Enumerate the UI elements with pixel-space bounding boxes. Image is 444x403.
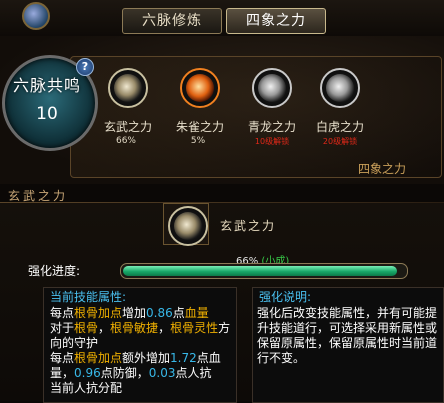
tiger-icon-glyph [326,74,354,102]
phoenix-icon[interactable] [180,68,220,108]
resonance-title: 六脉共鸣 [12,76,81,95]
tiger-icon[interactable] [320,68,360,108]
explain-box: 强化说明: 强化后改变技能属性，并有可能提升技能道行，可选择采用新属性或保留原属… [252,287,444,403]
text-segment: 1.72 [170,351,197,365]
text-segment: 点 [172,306,185,320]
text-segment: 根骨加点 [74,306,123,320]
text-segment: 点防御， [100,366,149,380]
current-attr-heading: 当前技能属性: [50,290,127,304]
progress-bar-fill [123,266,398,276]
power-label: 玄武之力 [103,120,152,134]
text-segment: 根骨灵性 [170,321,219,335]
power-unlock-level: 10级解锁 [254,137,290,146]
top-bar [0,0,444,37]
text-segment: 血量 [184,306,209,320]
resonance-level: 10 [36,104,58,124]
progress-bar [120,263,408,279]
text-segment: 点人抗 [175,366,212,380]
text-segment: 根骨敏捷 [110,321,159,335]
text-segment: 根骨加点 [74,351,123,365]
tab-four-symbols[interactable]: 四象之力 [226,8,326,34]
text-segment: 根骨 [74,321,99,335]
text-segment: 0.96 [74,366,101,380]
explain-text: 强化后改变技能属性，并有可能提升技能道行，可选择采用新属性或保留原属性，保留原属… [257,306,438,365]
ornament-icon [22,2,50,30]
detail-icon-frame [163,203,209,246]
turtle-icon-glyph [114,74,142,102]
power-label: 朱雀之力 [175,120,224,134]
current-attr-box: 当前技能属性: 每点根骨加点增加0.86点血量 对于根骨，根骨敏捷，根骨灵性方向… [43,287,237,403]
turtle-icon [168,206,208,246]
power-percent: 5% [190,136,206,146]
progress-label: 强化进度: [28,264,81,278]
explain-heading: 强化说明: [259,290,312,304]
text-segment: ， [158,321,171,335]
power-percent: 66% [115,136,136,146]
power-unlock-level: 20级解锁 [322,137,358,146]
section-divider [0,202,444,203]
text-segment: 0.86 [146,306,173,320]
text-segment: 当前人抗分配 [50,381,123,395]
text-segment: 每点 [50,351,75,365]
text-segment: 增加 [122,306,147,320]
dragon-icon[interactable] [252,68,292,108]
current-attr-text: 每点根骨加点增加0.86点血量 对于根骨，根骨敏捷，根骨灵性方向的守护 每点根骨… [50,306,232,396]
text-segment: 0.03 [148,366,176,380]
dragon-icon-glyph [258,74,286,102]
text-segment: ， [98,321,111,335]
turtle-icon[interactable] [108,68,148,108]
phoenix-icon-glyph [186,74,214,102]
tab-six-meridians[interactable]: 六脉修炼 [122,8,222,34]
power-label: 青龙之力 [247,120,296,134]
text-segment: 每点 [50,306,75,320]
help-icon[interactable]: ? [76,58,94,76]
text-segment: 对于 [50,321,75,335]
power-label: 白虎之力 [315,120,364,134]
panel-seal: 四象之力 [358,162,407,176]
text-segment: 额外增加 [122,351,171,365]
detail-name: 玄武之力 [220,219,277,233]
